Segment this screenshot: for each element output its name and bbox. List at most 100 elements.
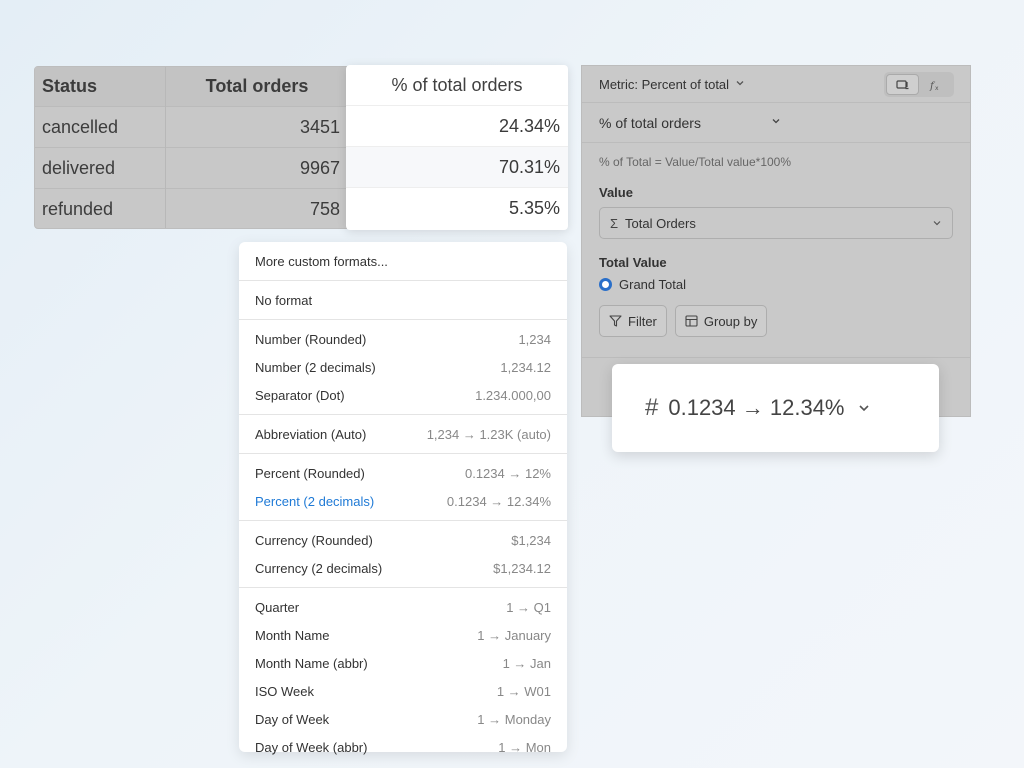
menu-item-label: Currency (2 decimals) [255,560,383,576]
metric-type-label: Metric: Percent of total [599,76,730,92]
menu-item-label: Quarter [255,599,300,615]
pivot-table: Status cancelled delivered refunded Tota… [34,65,568,230]
menu-item-percent-rounded[interactable]: Percent (Rounded) 0.1234 → 12% [239,459,567,487]
radio-label: Grand Total [619,277,686,292]
menu-section: Number (Rounded) 1,234 Number (2 decimal… [239,320,567,415]
total-value-label: Total Value [599,255,667,270]
status-column: Status cancelled delivered refunded [35,67,166,228]
menu-item-example: 1,234 → 1.23K (auto) [426,426,551,442]
menu-item-label: Percent (Rounded) [255,465,365,481]
menu-item-iso-week[interactable]: ISO Week 1 → W01 [239,677,567,705]
menu-item-number-2-decimals[interactable]: Number (2 decimals) 1,234.12 [239,353,567,381]
number-format-selector[interactable]: # 0.1234 → 12.34% [612,364,939,452]
value-select[interactable]: Σ Total Orders [599,207,953,239]
menu-item-currency-2-decimals[interactable]: Currency (2 decimals) $1,234.12 [239,554,567,582]
divider [582,357,970,358]
cell-total-orders: 758 [309,199,340,219]
cell-status: refunded [42,199,114,219]
formula-text: % of Total = Value/Total value*100% [599,155,792,169]
menu-item-example: 1 → Mon [498,739,551,755]
filter-label: Filter [628,313,657,329]
menu-item-label: Currency (Rounded) [255,532,373,548]
menu-item-example: 1 → January [477,627,551,643]
radio-grand-total[interactable]: Grand Total [599,277,953,292]
chevron-down-icon [771,116,781,129]
menu-item-label: More custom formats... [255,253,388,269]
field-name: % of total orders [599,114,701,131]
highlighted-percent-column[interactable]: % of total orders 24.34% 70.31% 5.35% [346,65,568,230]
menu-item-example: 1.234.000,00 [475,387,551,403]
filter-button[interactable]: Filter [599,305,667,337]
table-grid-icon [685,315,698,327]
radio-selected-icon [599,278,612,291]
menu-item-percent-2-decimals[interactable]: Percent (2 decimals) 0.1234 → 12.34% [239,487,567,515]
menu-item-label: Percent (2 decimals) [255,493,375,509]
header-status[interactable]: Status [35,67,165,107]
menu-item-currency-rounded[interactable]: Currency (Rounded) $1,234 [239,526,567,554]
menu-item-label: Day of Week [255,711,330,727]
menu-item-label: Month Name (abbr) [255,655,368,671]
group-by-label: Group by [703,313,758,329]
cell-total-orders: 9967 [166,148,348,189]
menu-item-number-rounded[interactable]: Number (Rounded) 1,234 [239,325,567,353]
menu-item-label: Day of Week (abbr) [255,739,368,755]
cell-total-orders: 3451 [166,107,348,148]
menu-item-label: Abbreviation (Auto) [255,426,367,442]
menu-item-example: 1 → Jan [502,655,551,671]
cell-status: cancelled [35,107,165,148]
menu-section: More custom formats... [239,242,567,281]
value-select-text: Total Orders [625,215,696,231]
menu-item-label: ISO Week [255,683,315,699]
chevron-down-icon [735,78,745,91]
menu-item-example: 0.1234 → 12.34% [446,493,551,509]
group-by-button[interactable]: Group by [674,305,768,337]
menu-item-month-name-abbr[interactable]: Month Name (abbr) 1 → Jan [239,649,567,677]
menu-item-month-name[interactable]: Month Name 1 → January [239,621,567,649]
header-total-orders[interactable]: Total orders [166,67,348,107]
menu-item-label: Month Name [255,627,330,643]
menu-item-day-of-week[interactable]: Day of Week 1 → Monday [239,705,567,733]
menu-section: Quarter 1 → Q1 Month Name 1 → January Mo… [239,588,567,766]
panel-toolbar: fx [884,72,954,97]
menu-item-separator-dot[interactable]: Separator (Dot) 1.234.000,00 [239,381,567,409]
cell-status: delivered [35,148,165,189]
menu-section: No format [239,281,567,320]
menu-section: Abbreviation (Auto) 1,234 → 1.23K (auto) [239,415,567,454]
filter-icon [609,315,622,327]
value-label: Value [599,185,633,200]
menu-item-example: 1,234.12 [500,359,551,375]
chevron-down-icon [932,216,942,231]
menu-item-example: $1,234.12 [493,560,551,576]
cell-percent: 5.35% [508,198,560,218]
menu-item-label: Separator (Dot) [255,387,345,403]
menu-item-label: Number (2 decimals) [255,359,376,375]
menu-item-label: No format [255,292,313,308]
total-orders-column: Total orders 3451 9967 758 [166,67,348,228]
header-percent-of-total[interactable]: % of total orders [346,65,568,106]
format-preview: 0.1234 → 12.34% [668,395,845,420]
hash-icon: # [645,394,659,421]
cell-percent: 24.34% [346,106,568,147]
format-dropdown-menu: More custom formats... No format Number … [239,242,567,755]
formula-icon[interactable]: fx [919,74,952,95]
menu-item-day-of-week-abbr[interactable]: Day of Week (abbr) 1 → Mon [239,733,567,761]
menu-item-label: Number (Rounded) [255,331,367,347]
menu-item-more-custom-formats[interactable]: More custom formats... [239,247,567,275]
field-name-dropdown[interactable]: % of total orders [582,103,970,143]
value-select-content: Σ Total Orders [610,216,696,231]
menu-item-example: 1 → Q1 [506,599,551,615]
format-icon[interactable] [886,74,919,95]
menu-item-example: 1 → W01 [496,683,551,699]
sum-icon: Σ [610,215,619,231]
cell-percent: 70.31% [346,147,568,188]
menu-section: Currency (Rounded) $1,234 Currency (2 de… [239,521,567,588]
menu-item-quarter[interactable]: Quarter 1 → Q1 [239,593,567,621]
svg-text:x: x [935,85,939,91]
panel-body: % of Total = Value/Total value*100% Valu… [582,143,970,337]
table-dimmed-area: Status cancelled delivered refunded Tota… [34,66,348,229]
menu-item-abbreviation-auto[interactable]: Abbreviation (Auto) 1,234 → 1.23K (auto) [239,420,567,448]
menu-item-example: 1,234 [518,331,551,347]
menu-item-example: 0.1234 → 12% [464,465,551,481]
menu-item-no-format[interactable]: No format [239,286,567,314]
menu-item-example: $1,234 [511,532,551,548]
